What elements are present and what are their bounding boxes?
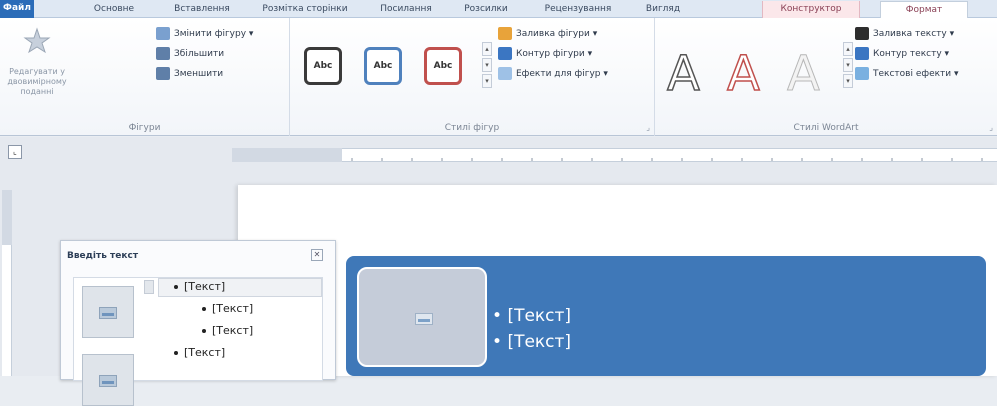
tab-page-layout[interactable]: Розмітка сторінки <box>250 1 360 18</box>
list-item[interactable]: [Текст] <box>202 324 253 337</box>
bullet <box>202 329 206 333</box>
edit-in-2d-button[interactable]: Редагувати у двовимірному поданні <box>2 26 72 97</box>
picture-placeholder[interactable] <box>357 267 487 367</box>
text-fill-icon <box>855 27 869 40</box>
text-outline-icon <box>855 47 869 60</box>
enlarge-button[interactable]: Збільшити <box>156 46 224 62</box>
list-item[interactable]: [Текст] <box>202 302 253 315</box>
tab-file[interactable]: Файл <box>0 0 34 18</box>
wordart-style-red[interactable]: A <box>726 49 760 99</box>
paint-bucket-icon <box>498 27 512 40</box>
shape-edit-icon <box>23 27 51 54</box>
change-shape-button[interactable]: Змінити фігуру ▾ <box>156 26 253 42</box>
tab-view[interactable]: Вигляд <box>633 1 693 18</box>
shape-fill-button[interactable]: Заливка фігури ▾ <box>498 26 597 42</box>
wordart-group-label: Стилі WordArt <box>793 123 859 133</box>
ribbon: Редагувати у двовимірному поданні Змінит… <box>0 18 997 136</box>
shape-styles-launcher-icon[interactable]: ⌟ <box>646 123 650 132</box>
shape-style-blue[interactable]: Abc <box>364 47 402 85</box>
shape-style-red[interactable]: Abc <box>424 47 462 85</box>
picture-icon <box>99 307 117 319</box>
thumbnail-1[interactable] <box>82 286 134 338</box>
shape-style-dark[interactable]: Abc <box>304 47 342 85</box>
smartart-graphic[interactable]: • [Текст] • [Текст] <box>346 256 986 376</box>
shape-fill-label: Заливка фігури <box>516 29 590 39</box>
bullet <box>174 351 178 355</box>
tab-selector-icon[interactable]: ⌞ <box>8 145 22 159</box>
picture-icon <box>99 375 117 387</box>
close-icon[interactable]: ✕ <box>311 249 323 261</box>
text-effects-icon <box>855 67 869 80</box>
wordart-style-gray[interactable]: A <box>787 50 821 99</box>
tab-mailings[interactable]: Розсилки <box>450 1 522 18</box>
shape-effects-button[interactable]: Ефекти для фігур ▾ <box>498 66 608 82</box>
text-fill-label: Заливка тексту <box>873 29 947 39</box>
ribbon-tabs: Файл Основне Вставлення Розмітка сторінк… <box>0 0 997 19</box>
shapes-group-label: Фігури <box>128 123 161 133</box>
change-shape-icon <box>156 27 170 40</box>
text-outline-button[interactable]: Контур тексту ▾ <box>855 46 949 62</box>
styles-scroll-down[interactable]: ▾ <box>482 58 492 72</box>
tab-design[interactable]: Конструктор <box>762 1 860 18</box>
smartart-text-2[interactable]: • [Текст] <box>492 332 571 352</box>
bullet <box>174 285 178 289</box>
tab-review[interactable]: Рецензування <box>528 1 628 18</box>
list-item[interactable]: [Текст] <box>174 280 225 293</box>
tab-references[interactable]: Посилання <box>368 1 444 18</box>
list-item-label: [Текст] <box>212 324 254 337</box>
enlarge-label: Збільшити <box>174 49 225 59</box>
effects-icon <box>498 67 512 80</box>
wordart-scroll-down[interactable]: ▾ <box>843 58 853 72</box>
bullet <box>202 307 206 311</box>
wordart-launcher-icon[interactable]: ⌟ <box>989 123 993 132</box>
smartart-text-2-label: [Текст] <box>507 332 572 352</box>
smartart-text-1[interactable]: • [Текст] <box>492 306 571 326</box>
shrink-icon <box>156 67 170 80</box>
list-item-label: [Текст] <box>184 346 226 359</box>
text-pane-list: [Текст] [Текст] [Текст] [Текст] <box>73 277 323 406</box>
tab-format[interactable]: Формат <box>880 1 968 19</box>
wordart-style-outline[interactable]: A <box>666 49 700 99</box>
list-item-label: [Текст] <box>212 302 254 315</box>
text-effects-button[interactable]: Текстові ефекти ▾ <box>855 66 959 82</box>
change-shape-label: Змінити фігуру <box>174 29 247 39</box>
text-outline-label: Контур тексту <box>873 49 942 59</box>
shrink-button[interactable]: Зменшити <box>156 66 223 82</box>
text-effects-label: Текстові ефекти <box>873 69 952 79</box>
list-item-label: [Текст] <box>184 280 226 293</box>
picture-icon <box>415 313 433 325</box>
text-pane-title: Введіть текст <box>67 251 139 261</box>
styles-more[interactable]: ▾ <box>482 74 492 88</box>
pencil-icon <box>498 47 512 60</box>
tab-home[interactable]: Основне <box>80 1 148 18</box>
shape-outline-button[interactable]: Контур фігури ▾ <box>498 46 592 62</box>
smartart-text-1-label: [Текст] <box>507 306 572 326</box>
wordart-scroll-up[interactable]: ▴ <box>843 42 853 56</box>
shape-styles-group-label: Стилі фігур <box>444 123 500 133</box>
tab-insert[interactable]: Вставлення <box>160 1 244 18</box>
horizontal-ruler[interactable] <box>232 148 997 162</box>
shape-effects-label: Ефекти для фігур <box>516 69 601 79</box>
ruler-margin-left <box>232 148 342 162</box>
text-pane: Введіть текст ✕ [Текст] [Текст] [Текст] … <box>60 240 336 406</box>
ruler-ticks <box>261 158 983 161</box>
shape-outline-label: Контур фігури <box>516 49 585 59</box>
styles-scroll-up[interactable]: ▴ <box>482 42 492 56</box>
list-item[interactable]: [Текст] <box>174 346 225 359</box>
shrink-label: Зменшити <box>174 69 224 79</box>
wordart-more[interactable]: ▾ <box>843 74 853 88</box>
wordart-group: A A A ▴ ▾ ▾ Заливка тексту ▾ Контур текс… <box>655 18 997 136</box>
row-marker <box>144 280 154 294</box>
enlarge-icon <box>156 47 170 60</box>
text-fill-button[interactable]: Заливка тексту ▾ <box>855 26 954 42</box>
thumbnail-2[interactable] <box>82 354 134 406</box>
vertical-ruler-margin <box>2 190 12 245</box>
shape-styles-group: Abc Abc Abc ▴ ▾ ▾ Заливка фігури ▾ Конту… <box>290 18 655 136</box>
shapes-group: Редагувати у двовимірному поданні Змінит… <box>0 18 290 136</box>
edit-in-2d-label: Редагувати у двовимірному поданні <box>7 67 67 96</box>
